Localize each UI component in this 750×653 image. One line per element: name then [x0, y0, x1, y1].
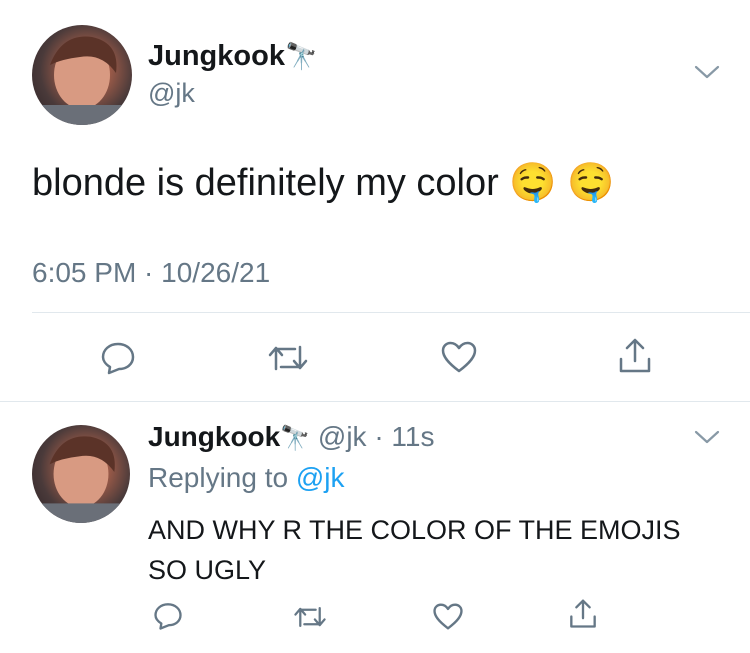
reply-icon[interactable]	[100, 341, 136, 375]
reply-avatar[interactable]	[32, 425, 130, 523]
reply-header: Jungkook🔭 @jk · 11s	[148, 421, 435, 453]
like-icon[interactable]	[432, 602, 464, 631]
divider	[32, 312, 750, 313]
section-divider	[0, 401, 750, 402]
retweet-icon[interactable]	[267, 343, 309, 373]
share-icon[interactable]	[617, 337, 653, 375]
avatar-photo	[32, 436, 130, 523]
like-icon[interactable]	[440, 340, 478, 374]
avatar[interactable]	[32, 25, 132, 125]
replying-to-handle-link[interactable]: @jk	[296, 462, 345, 493]
reply-icon[interactable]	[153, 601, 183, 631]
drooling-face-emoji: 🤤 🤤	[509, 162, 615, 204]
avatar-photo	[32, 36, 132, 125]
tweet-text: blonde is definitely my color 🤤 🤤	[32, 162, 615, 204]
chevron-down-icon[interactable]	[694, 64, 720, 80]
reply-handle-time[interactable]: @jk · 11s	[318, 421, 435, 452]
reply-author-name[interactable]: Jungkook	[148, 421, 280, 452]
telescope-emoji: 🔭	[280, 425, 311, 452]
chevron-down-icon[interactable]	[694, 429, 720, 445]
reply-text: AND WHY R THE COLOR OF THE EMOJIS SO UGL…	[148, 515, 681, 585]
author-handle[interactable]: @jk	[148, 78, 195, 109]
author-name[interactable]: Jungkook🔭	[148, 40, 317, 73]
telescope-emoji: 🔭	[284, 41, 318, 71]
retweet-icon[interactable]	[293, 604, 327, 630]
share-icon[interactable]	[568, 598, 598, 630]
timestamp[interactable]: 6:05 PM · 10/26/21	[32, 257, 270, 289]
replying-to: Replying to @jk	[148, 462, 345, 493]
